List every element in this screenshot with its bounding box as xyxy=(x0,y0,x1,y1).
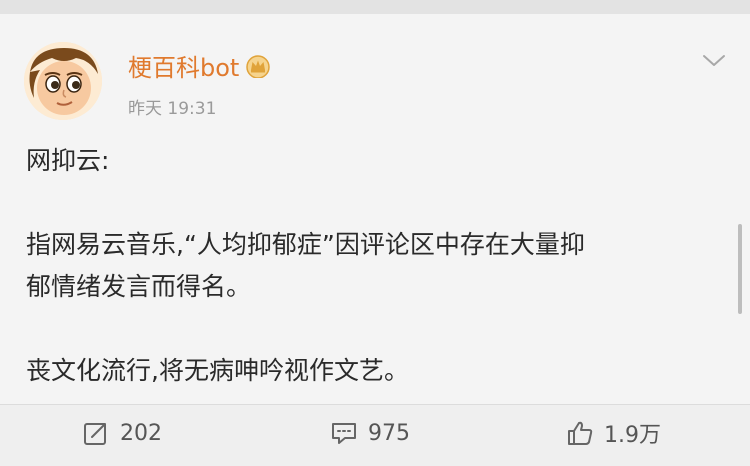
post-paragraph-1-line-2: 郁情绪发言而得名。 xyxy=(26,272,252,301)
author-name-text[interactable]: 梗百科bot xyxy=(128,48,239,83)
post-title-line: 网抑云: xyxy=(26,146,110,175)
repost-button[interactable]: 202 xyxy=(82,417,162,449)
comment-count: 975 xyxy=(368,420,410,446)
like-button[interactable]: 1.9万 xyxy=(566,417,661,449)
action-bar: 202 975 1.9万 xyxy=(0,405,750,466)
post-paragraph-1-line-1: 指网易云音乐,“人均抑郁症”因评论区中存在大量抑 xyxy=(26,230,585,259)
top-strip xyxy=(0,0,750,14)
post-paragraph-2: 丧文化流行,将无病呻吟视作文艺。 xyxy=(26,356,409,385)
like-count: 1.9万 xyxy=(604,423,661,448)
post-timestamp: 昨天 19:31 xyxy=(128,99,217,119)
post-body: 网抑云: 指网易云音乐,“人均抑郁症”因评论区中存在大量抑 郁情绪发言而得名。 … xyxy=(26,140,716,392)
avatar[interactable] xyxy=(24,42,102,120)
repost-count: 202 xyxy=(120,420,162,446)
thumbs-up-icon xyxy=(568,421,593,445)
comment-icon xyxy=(332,423,356,444)
comment-button[interactable]: 975 xyxy=(330,417,410,449)
post-card: 梗百科bot 昨天 19:31 网抑云: 指网易云音乐,“人均抑郁症”因评论区中… xyxy=(0,14,750,404)
scrollbar[interactable] xyxy=(738,224,742,314)
repost-icon xyxy=(84,423,106,445)
avatar-cartoon-face xyxy=(24,42,102,120)
author-name[interactable]: 梗百科bot xyxy=(128,48,271,83)
crown-icon xyxy=(245,54,271,79)
chevron-down-icon[interactable] xyxy=(700,52,728,70)
